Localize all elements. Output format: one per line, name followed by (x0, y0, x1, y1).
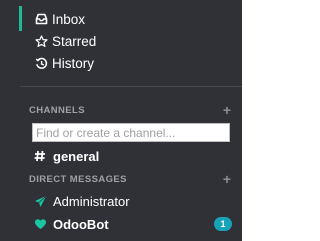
history-icon (34, 56, 48, 70)
channel-item-general[interactable]: general (33, 147, 99, 165)
hash-icon (33, 149, 47, 163)
plus-icon: + (222, 102, 232, 118)
plus-icon: + (222, 171, 232, 187)
active-indicator (19, 6, 22, 31)
inbox-icon (34, 12, 48, 26)
star-icon (34, 34, 48, 48)
paper-plane-icon (33, 194, 47, 208)
section-divider (20, 86, 242, 87)
sidebar-item-label: Starred (52, 33, 97, 49)
channel-search-input[interactable] (32, 123, 230, 142)
direct-messages-header: DIRECT MESSAGES (29, 173, 127, 185)
dm-label: OdooBot (53, 216, 109, 232)
sidebar-item-label: History (52, 55, 95, 71)
dm-item-odoobot[interactable]: OdooBot (33, 215, 109, 233)
unread-badge: 1 (214, 217, 232, 231)
dm-label: Administrator (53, 193, 130, 209)
sidebar-item-inbox[interactable]: Inbox (34, 9, 85, 29)
add-channel-button[interactable]: + (220, 102, 234, 118)
channels-header: CHANNELS (29, 104, 85, 116)
heart-icon (33, 217, 47, 231)
add-direct-message-button[interactable]: + (220, 171, 234, 187)
sidebar-item-history[interactable]: History (34, 53, 94, 73)
discuss-sidebar: Inbox Starred History CHANNELS + Find or… (0, 0, 242, 241)
dm-item-administrator[interactable]: Administrator (33, 192, 130, 210)
sidebar-item-label: Inbox (52, 11, 86, 27)
sidebar-item-starred[interactable]: Starred (34, 31, 96, 51)
channel-label: general (53, 148, 100, 164)
